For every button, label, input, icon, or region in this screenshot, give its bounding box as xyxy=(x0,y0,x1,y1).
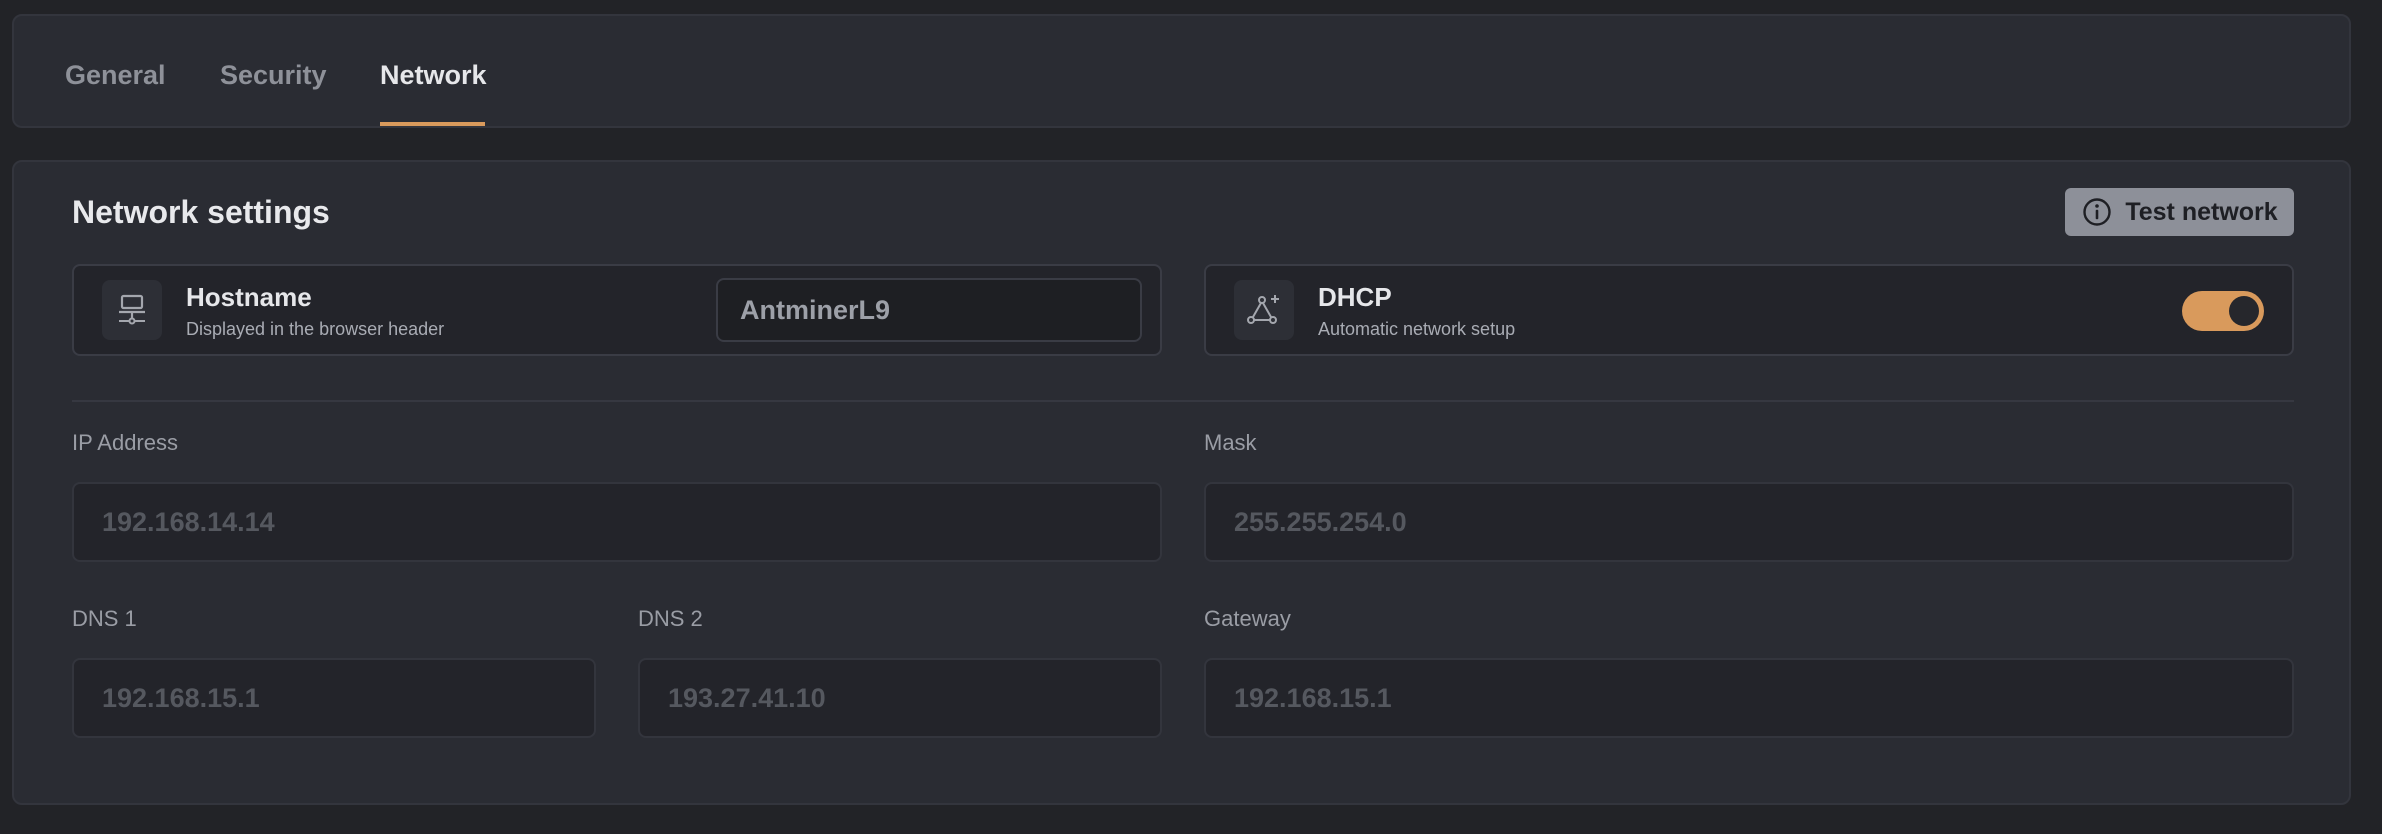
hostname-subtitle: Displayed in the browser header xyxy=(186,319,445,339)
tab-network-label: Network xyxy=(380,60,487,90)
gateway-label: Gateway xyxy=(1204,606,1291,631)
dhcp-toggle[interactable] xyxy=(2182,291,2264,331)
test-network-label: Test network xyxy=(2125,197,2278,226)
dns1-input[interactable] xyxy=(72,658,596,738)
section-divider xyxy=(72,400,2294,402)
toggle-knob xyxy=(2229,296,2259,326)
section-title: Network settings xyxy=(72,194,330,230)
dhcp-setting: DHCP Automatic network setup xyxy=(1204,264,2294,356)
tab-network[interactable]: Network xyxy=(380,60,487,126)
ip-address-input[interactable] xyxy=(72,482,1162,562)
tab-security-label: Security xyxy=(220,60,327,90)
info-icon xyxy=(2083,198,2112,226)
network-nodes-icon xyxy=(1234,280,1294,340)
network-device-icon xyxy=(102,280,162,340)
tab-bar: General Security Network xyxy=(12,14,2351,128)
hostname-input[interactable] xyxy=(716,278,1142,342)
test-network-button[interactable]: Test network xyxy=(2065,188,2294,236)
dns2-label: DNS 2 xyxy=(638,606,703,631)
mask-label: Mask xyxy=(1204,430,1257,455)
tab-security[interactable]: Security xyxy=(220,60,327,126)
dns2-input[interactable] xyxy=(638,658,1162,738)
network-settings-panel: Network settings Test network Hostname D… xyxy=(12,160,2351,805)
mask-input[interactable] xyxy=(1204,482,2294,562)
gateway-input[interactable] xyxy=(1204,658,2294,738)
tab-general-label: General xyxy=(65,60,166,90)
ip-address-label: IP Address xyxy=(72,430,178,455)
dhcp-title: DHCP xyxy=(1318,282,1392,312)
hostname-setting: Hostname Displayed in the browser header xyxy=(72,264,1162,356)
dns1-label: DNS 1 xyxy=(72,606,137,631)
hostname-title: Hostname xyxy=(186,282,312,312)
dhcp-subtitle: Automatic network setup xyxy=(1318,319,1516,339)
active-tab-indicator xyxy=(380,122,485,126)
tab-general[interactable]: General xyxy=(65,60,166,126)
